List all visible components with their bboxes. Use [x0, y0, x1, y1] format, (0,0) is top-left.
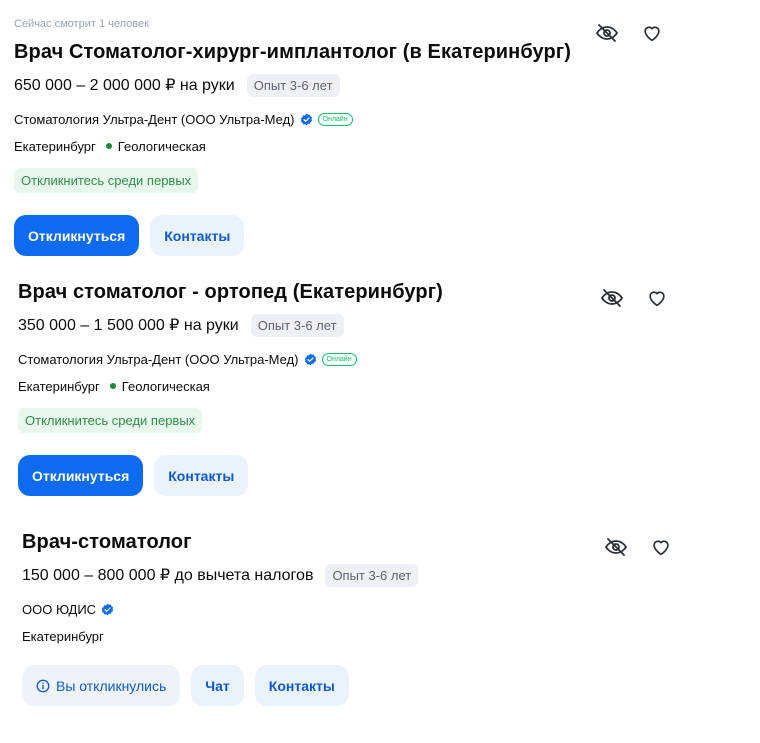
- company-name[interactable]: ООО ЮДИС: [22, 602, 96, 617]
- location-row: Екатеринбург: [22, 627, 702, 645]
- company-row: ООО ЮДИС: [22, 600, 702, 618]
- salary-row: 150 000 – 800 000 ₽ до вычета налогов Оп…: [22, 563, 702, 587]
- location-row: Екатеринбург Геологическая: [14, 137, 694, 155]
- company-name[interactable]: Стоматология Ультра-Дент (ООО Ультра-Мед…: [18, 352, 299, 367]
- vacancy-title[interactable]: Врач стоматолог - ортопед (Екатеринбург): [18, 279, 698, 305]
- salary: 150 000 – 800 000 ₽ до вычета налогов: [22, 567, 314, 584]
- responded-label: Вы откликнулись: [56, 677, 167, 694]
- chat-button[interactable]: Чат: [191, 665, 244, 706]
- experience-badge: Опыт 3-6 лет: [325, 563, 419, 587]
- company-row: Стоматология Ультра-Дент (ООО Ультра-Мед…: [18, 350, 698, 368]
- actions: Откликнуться Контакты: [18, 455, 698, 496]
- experience-badge: Опыт 3-6 лет: [250, 313, 344, 337]
- actions: Откликнуться Контакты: [14, 215, 694, 256]
- company-name[interactable]: Стоматология Ультра-Дент (ООО Ультра-Мед…: [14, 112, 295, 127]
- location-row: Екатеринбург Геологическая: [18, 377, 698, 395]
- metro-dot-icon: [109, 383, 116, 389]
- salary: 350 000 – 1 500 000 ₽ на руки: [18, 317, 239, 334]
- contacts-button[interactable]: Контакты: [154, 455, 249, 496]
- promo-badge: Откликнитесь среди первых: [18, 408, 203, 433]
- apply-button[interactable]: Откликнуться: [18, 455, 144, 496]
- vacancy-title[interactable]: Врач-стоматолог: [22, 529, 702, 555]
- company-row: Стоматология Ультра-Дент (ООО Ультра-Мед…: [14, 110, 694, 128]
- heart-icon[interactable]: [647, 533, 675, 561]
- responded-button[interactable]: Вы откликнулись: [22, 665, 181, 706]
- vacancy-title[interactable]: Врач Стоматолог-хирург-имплантолог (в Ек…: [14, 39, 694, 65]
- actions: Вы откликнулись Чат Контакты: [22, 665, 702, 706]
- watchers-count: Сейчас смотрит 1 человек: [14, 18, 149, 30]
- metro-station: Геологическая: [121, 378, 210, 394]
- city: Екатеринбург: [22, 628, 104, 644]
- online-badge: Онлайн: [317, 112, 353, 126]
- eye-off-icon[interactable]: [598, 284, 626, 312]
- vacancy-card: Врач стоматолог - ортопед (Екатеринбург)…: [18, 279, 698, 496]
- heart-icon[interactable]: [638, 19, 666, 47]
- contacts-button[interactable]: Контакты: [150, 215, 245, 256]
- verified-check-icon: [304, 353, 316, 365]
- contacts-button[interactable]: Контакты: [254, 665, 349, 706]
- metro-dot-icon: [105, 143, 112, 149]
- salary: 650 000 – 2 000 000 ₽ на руки: [14, 77, 235, 94]
- apply-button[interactable]: Откликнуться: [14, 215, 140, 256]
- salary-row: 650 000 – 2 000 000 ₽ на руки Опыт 3-6 л…: [14, 73, 694, 97]
- heart-icon[interactable]: [643, 284, 671, 312]
- vacancy-card: Сейчас смотрит 1 человек Врач Стоматолог…: [14, 14, 694, 256]
- metro-station: Геологическая: [117, 138, 206, 154]
- salary-row: 350 000 – 1 500 000 ₽ на руки Опыт 3-6 л…: [18, 313, 698, 337]
- verified-check-icon: [300, 113, 312, 125]
- promo-badge: Откликнитесь среди первых: [14, 168, 199, 193]
- verified-check-icon: [101, 603, 114, 615]
- online-badge: Онлайн: [321, 352, 357, 366]
- city: Екатеринбург: [18, 378, 100, 394]
- vacancy-card: Врач-стоматолог 150 000 – 800 000 ₽ до в…: [22, 529, 702, 706]
- eye-off-icon[interactable]: [602, 533, 630, 561]
- city: Екатеринбург: [14, 138, 96, 154]
- info-icon: [36, 679, 50, 692]
- experience-badge: Опыт 3-6 лет: [246, 73, 340, 97]
- eye-off-icon[interactable]: [593, 19, 621, 47]
